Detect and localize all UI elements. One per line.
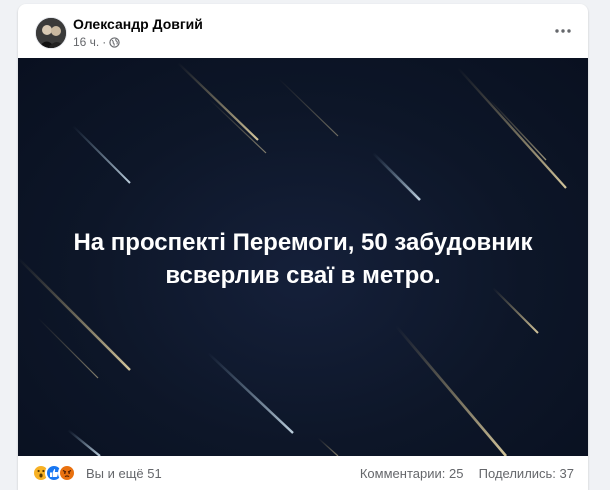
post-footer: Вы и ещё 51 Комментарии: 25 Поделились: … xyxy=(18,456,588,490)
comments-count[interactable]: Комментарии: 25 xyxy=(360,466,464,481)
more-horizontal-icon xyxy=(555,29,571,33)
post-header: Олександр Довгий 16 ч. · xyxy=(18,4,588,56)
more-options-button[interactable] xyxy=(550,18,576,44)
post-image-text-line-1: На проспекті Перемоги, 50 забудовник xyxy=(73,229,533,256)
author-avatar[interactable] xyxy=(35,17,67,49)
angry-emoji-icon xyxy=(58,464,76,482)
meta-separator: · xyxy=(102,35,107,49)
post-meta: 16 ч. · xyxy=(73,35,120,49)
post-stats: Комментарии: 25 Поделились: 37 xyxy=(360,466,574,481)
post-image[interactable]: На проспекті Перемоги, 50 забудовник всв… xyxy=(18,58,588,456)
reaction-icons[interactable] xyxy=(32,464,76,482)
post-time[interactable]: 16 ч. xyxy=(73,35,99,49)
shares-count[interactable]: Поделились: 37 xyxy=(479,466,574,481)
globe-icon[interactable] xyxy=(109,36,120,48)
post-image-text: На проспекті Перемоги, 50 забудовник всв… xyxy=(38,226,568,292)
author-name[interactable]: Олександр Довгий xyxy=(73,16,203,32)
post-card: Олександр Довгий 16 ч. · На проспекті Пе… xyxy=(18,4,588,490)
post-image-text-line-2: всверлив сваї в метро. xyxy=(165,262,441,289)
reactions-count[interactable]: Вы и ещё 51 xyxy=(86,466,162,481)
